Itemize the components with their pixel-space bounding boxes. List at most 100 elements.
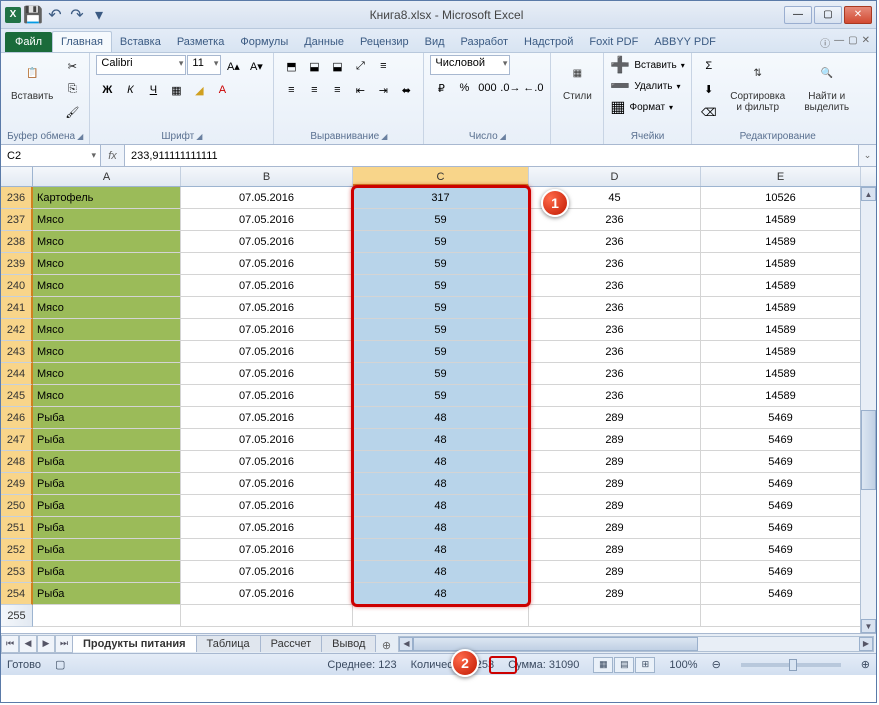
formula-input[interactable]: 233,911111111111 <box>125 145 858 166</box>
cell[interactable] <box>181 605 353 627</box>
zoom-out-button[interactable]: ⊖ <box>712 658 721 671</box>
wrap-text-button[interactable]: ≡ <box>372 55 394 77</box>
row-header[interactable]: 255 <box>1 605 33 627</box>
align-middle-button[interactable]: ⬓ <box>303 55 325 77</box>
tab-view[interactable]: Вид <box>417 32 453 52</box>
cell[interactable]: 289 <box>529 451 701 473</box>
scroll-left-button[interactable]: ◀ <box>399 637 413 651</box>
zoom-level[interactable]: 100% <box>669 659 697 671</box>
row-header[interactable]: 246 <box>1 407 33 429</box>
qat-save-button[interactable]: 💾 <box>23 5 43 25</box>
cell[interactable]: Картофель <box>33 187 181 209</box>
formula-expand-button[interactable]: ⌄ <box>858 145 876 166</box>
view-normal-button[interactable]: ▦ <box>593 657 613 673</box>
cell[interactable]: 14589 <box>701 275 861 297</box>
cell[interactable] <box>33 605 181 627</box>
cell[interactable]: 07.05.2016 <box>181 583 353 605</box>
row-header[interactable]: 240 <box>1 275 33 297</box>
cell[interactable]: 07.05.2016 <box>181 517 353 539</box>
cell[interactable]: 14589 <box>701 253 861 275</box>
cell[interactable]: 48 <box>353 561 529 583</box>
comma-button[interactable]: 000 <box>476 77 498 99</box>
sort-filter-button[interactable]: ⇅ Сортировка и фильтр <box>724 55 792 115</box>
cell[interactable]: 236 <box>529 319 701 341</box>
tab-review[interactable]: Рецензир <box>352 32 417 52</box>
sheet-tab-2[interactable]: Рассчет <box>260 635 323 652</box>
cell[interactable]: 07.05.2016 <box>181 429 353 451</box>
cell[interactable]: 07.05.2016 <box>181 275 353 297</box>
cell[interactable]: Рыба <box>33 451 181 473</box>
decrease-indent-button[interactable]: ⇤ <box>349 79 371 101</box>
delete-cells-button[interactable]: Удалить <box>634 81 672 92</box>
cell[interactable] <box>353 605 529 627</box>
view-layout-button[interactable]: ▤ <box>614 657 634 673</box>
tab-foxit[interactable]: Foxit PDF <box>581 32 646 52</box>
cell[interactable]: 07.05.2016 <box>181 363 353 385</box>
insert-cells-button[interactable]: Вставить <box>634 60 676 71</box>
row-header[interactable]: 248 <box>1 451 33 473</box>
cell[interactable]: 59 <box>353 275 529 297</box>
row-header[interactable]: 250 <box>1 495 33 517</box>
vertical-scrollbar[interactable]: ▲ ▼ <box>860 187 876 633</box>
zoom-thumb[interactable] <box>789 659 797 671</box>
row-header[interactable]: 252 <box>1 539 33 561</box>
align-bottom-button[interactable]: ⬓ <box>326 55 348 77</box>
cell[interactable]: 289 <box>529 517 701 539</box>
cell[interactable]: 59 <box>353 385 529 407</box>
cell[interactable]: 59 <box>353 209 529 231</box>
cell[interactable]: 48 <box>353 429 529 451</box>
file-tab[interactable]: Файл <box>5 32 52 52</box>
vscroll-thumb[interactable] <box>861 410 876 490</box>
hscroll-thumb[interactable] <box>413 637 697 651</box>
styles-button[interactable]: ▦ Стили <box>557 55 597 104</box>
bold-button[interactable]: Ж <box>96 79 118 101</box>
cell[interactable]: 07.05.2016 <box>181 253 353 275</box>
copy-button[interactable]: ⎘ <box>61 78 83 100</box>
zoom-slider[interactable] <box>741 663 841 667</box>
cell[interactable]: Рыба <box>33 517 181 539</box>
cell[interactable] <box>529 605 701 627</box>
cut-button[interactable]: ✂ <box>61 55 83 77</box>
cell[interactable]: Рыба <box>33 495 181 517</box>
cell[interactable]: Рыба <box>33 429 181 451</box>
cell[interactable]: 5469 <box>701 451 861 473</box>
cell[interactable]: 289 <box>529 429 701 451</box>
cell[interactable]: 07.05.2016 <box>181 451 353 473</box>
cell[interactable]: 07.05.2016 <box>181 495 353 517</box>
fill-button[interactable]: ⬇ <box>698 78 720 100</box>
increase-indent-button[interactable]: ⇥ <box>372 79 394 101</box>
underline-button[interactable]: Ч <box>142 79 164 101</box>
fill-color-button[interactable]: ◢ <box>188 79 210 101</box>
sheet-nav-first[interactable]: ⏮ <box>1 635 19 653</box>
italic-button[interactable]: К <box>119 79 141 101</box>
col-header-b[interactable]: B <box>181 167 353 186</box>
format-painter-button[interactable]: 🖌 <box>61 101 83 123</box>
shrink-font-button[interactable]: A▾ <box>245 55 267 77</box>
name-box[interactable]: C2 <box>1 145 101 166</box>
sheet-nav-last[interactable]: ⏭ <box>55 635 73 653</box>
cell[interactable]: 14589 <box>701 231 861 253</box>
sheet-nav-next[interactable]: ▶ <box>37 635 55 653</box>
cell[interactable]: 59 <box>353 297 529 319</box>
cell[interactable]: Рыба <box>33 583 181 605</box>
select-all-corner[interactable] <box>1 167 33 186</box>
cell[interactable]: 48 <box>353 583 529 605</box>
cell[interactable]: 14589 <box>701 209 861 231</box>
cell[interactable]: 289 <box>529 473 701 495</box>
cell[interactable]: 59 <box>353 341 529 363</box>
cell[interactable]: 59 <box>353 253 529 275</box>
cell[interactable]: 10526 <box>701 187 861 209</box>
cell[interactable]: 48 <box>353 451 529 473</box>
cell[interactable]: 317 <box>353 187 529 209</box>
cell[interactable]: Рыба <box>33 473 181 495</box>
row-header[interactable]: 249 <box>1 473 33 495</box>
new-sheet-button[interactable]: ⊕ <box>376 639 396 652</box>
cell[interactable]: 07.05.2016 <box>181 319 353 341</box>
decrease-decimal-button[interactable]: ←.0 <box>522 77 544 99</box>
orientation-button[interactable]: ⤢ <box>349 55 371 77</box>
sheet-tab-3[interactable]: Вывод <box>321 635 376 652</box>
cell[interactable]: Мясо <box>33 319 181 341</box>
currency-button[interactable]: ₽ <box>430 77 452 99</box>
clipboard-launcher[interactable]: ◢ <box>77 132 83 141</box>
row-header[interactable]: 245 <box>1 385 33 407</box>
